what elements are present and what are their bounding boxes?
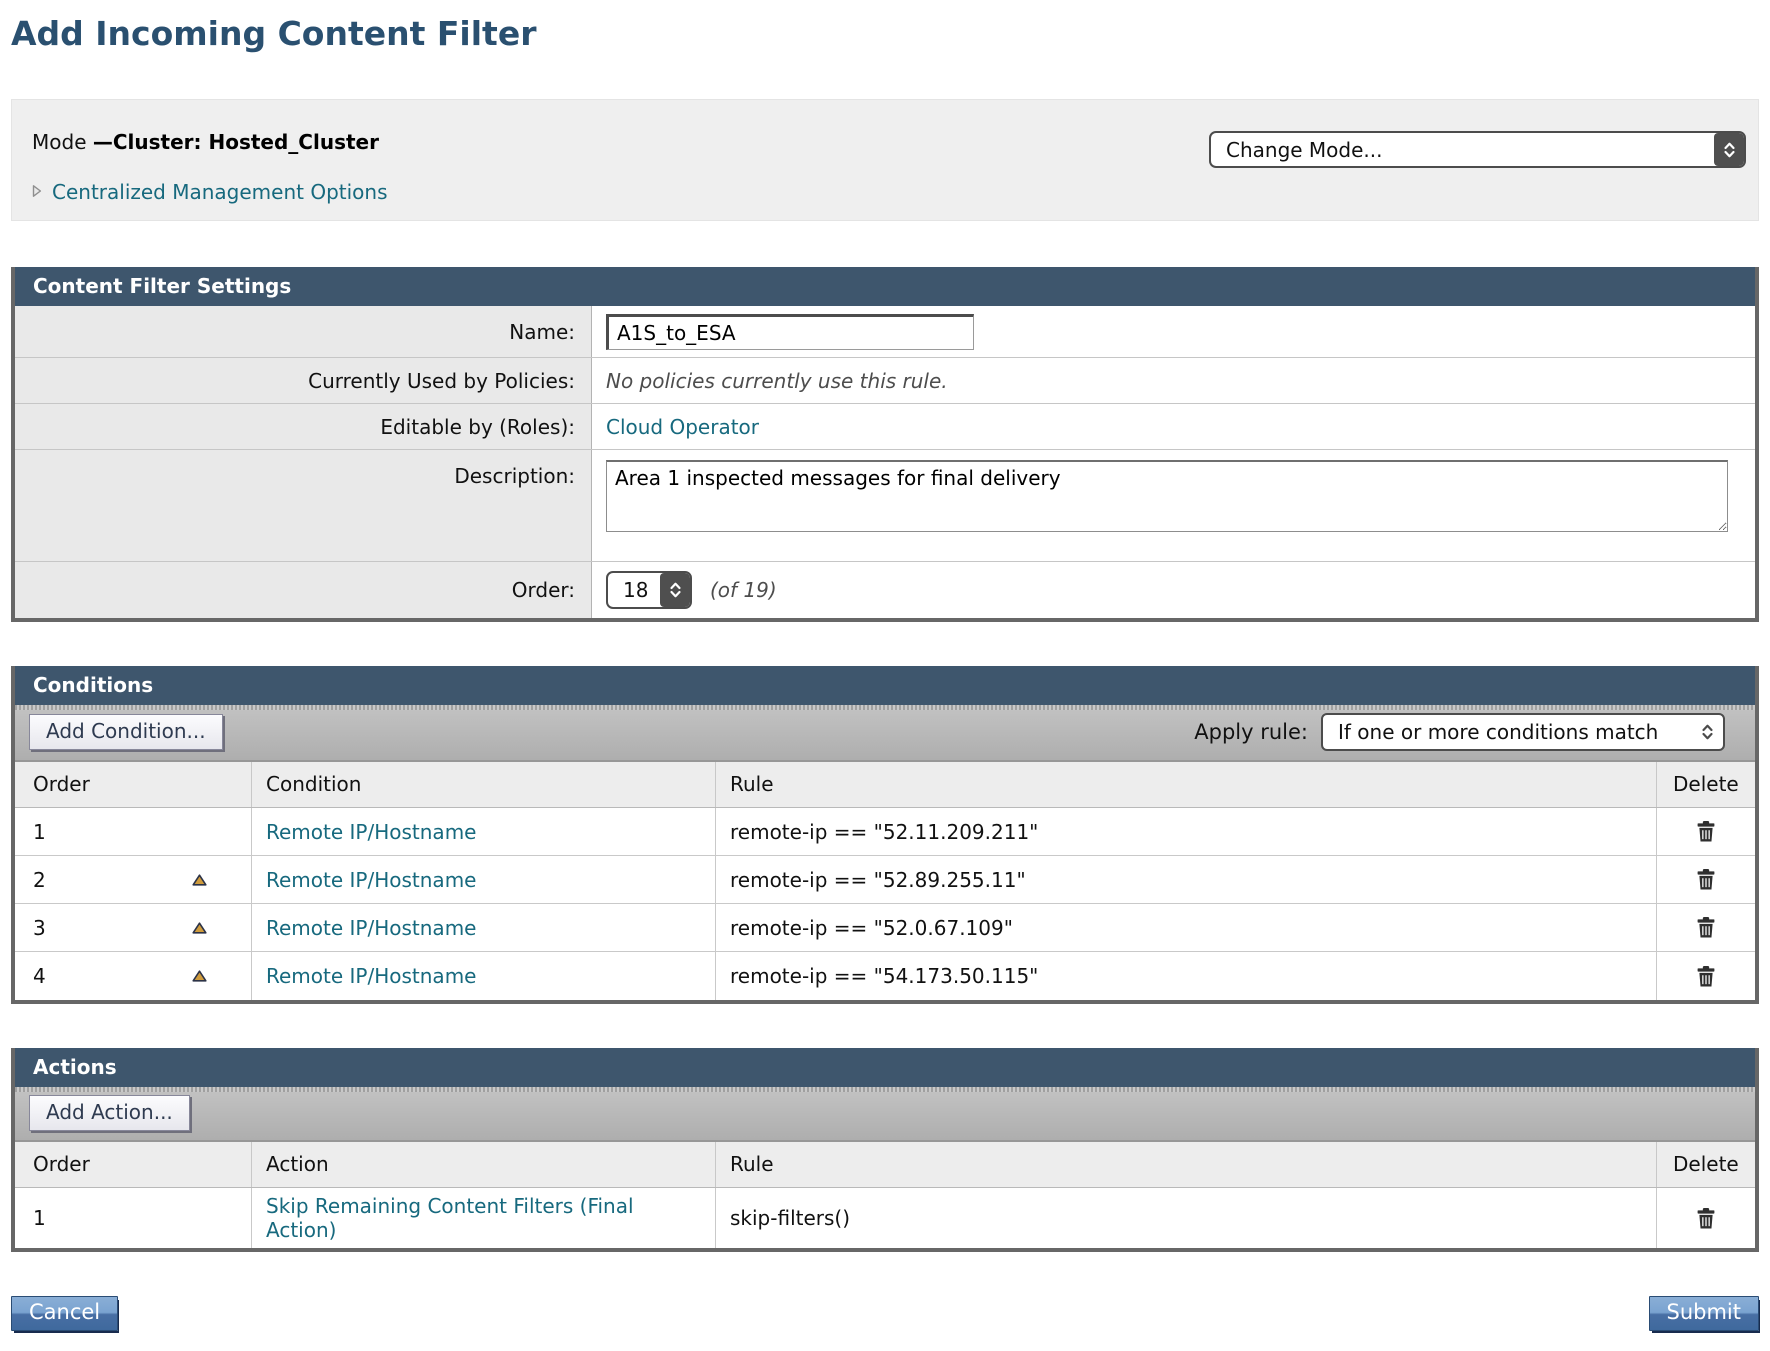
add-action-button[interactable]: Add Action...: [29, 1095, 190, 1131]
name-input[interactable]: [606, 314, 974, 350]
trash-icon[interactable]: [1697, 821, 1715, 842]
editable-roles-link[interactable]: Cloud Operator: [606, 415, 759, 439]
editable-label: Editable by (Roles):: [15, 404, 592, 449]
row-order-number: 1: [33, 820, 46, 844]
content-filter-settings-section: Content Filter Settings Name: Currently …: [11, 267, 1759, 622]
column-header-rule: Rule: [716, 1142, 1657, 1187]
mode-panel: Mode —Cluster: Hosted_Cluster Change Mod…: [11, 99, 1759, 221]
condition-link[interactable]: Remote IP/Hostname: [266, 820, 476, 844]
actions-section: Actions Add Action... Order Action Rule …: [11, 1048, 1759, 1252]
conditions-section: Conditions Add Condition... Apply rule: …: [11, 666, 1759, 1004]
conditions-table-body: 1 Remote IP/Hostname remote-ip == "52.11…: [15, 808, 1755, 1000]
mode-label: Mode: [32, 130, 93, 154]
row-rule: skip-filters(): [716, 1188, 1657, 1248]
trash-icon[interactable]: [1697, 1208, 1715, 1229]
chevron-updown-icon: [660, 573, 690, 607]
row-rule: remote-ip == "52.0.67.109": [716, 904, 1657, 951]
submit-button[interactable]: Submit: [1649, 1296, 1760, 1331]
policies-value: No policies currently use this rule.: [592, 358, 1755, 403]
actions-header: Actions: [15, 1048, 1755, 1087]
policies-label: Currently Used by Policies:: [15, 358, 592, 403]
order-label: Order:: [15, 562, 592, 618]
order-row: Order: 18 (of 19): [15, 562, 1755, 618]
condition-link[interactable]: Remote IP/Hostname: [266, 964, 476, 988]
footer-bar: Cancel Submit: [11, 1296, 1759, 1331]
column-header-condition: Condition: [252, 762, 716, 807]
condition-link[interactable]: Remote IP/Hostname: [266, 868, 476, 892]
description-row: Description: Area 1 inspected messages f…: [15, 450, 1755, 562]
move-up-icon[interactable]: [192, 922, 207, 934]
trash-icon[interactable]: [1697, 869, 1715, 890]
mode-value: —Cluster: Hosted_Cluster: [93, 130, 379, 154]
conditions-toolbar: Add Condition... Apply rule: If one or m…: [15, 705, 1755, 762]
row-order-number: 2: [33, 868, 46, 892]
condition-row: 1 Remote IP/Hostname remote-ip == "52.11…: [15, 808, 1755, 856]
condition-row: 4 Remote IP/Hostname remote-ip == "54.17…: [15, 952, 1755, 1000]
actions-toolbar: Add Action...: [15, 1087, 1755, 1142]
trash-icon[interactable]: [1697, 966, 1715, 987]
condition-row: 2 Remote IP/Hostname remote-ip == "52.89…: [15, 856, 1755, 904]
column-header-delete: Delete: [1657, 762, 1755, 807]
condition-link[interactable]: Remote IP/Hostname: [266, 916, 476, 940]
chevron-updown-icon: [1701, 724, 1714, 740]
editable-row: Editable by (Roles): Cloud Operator: [15, 404, 1755, 450]
centralized-management-row: Centralized Management Options: [32, 180, 1738, 204]
disclosure-triangle-icon[interactable]: [32, 183, 42, 202]
action-link[interactable]: Skip Remaining Content Filters (Final Ac…: [266, 1194, 701, 1242]
chevron-updown-icon: [1714, 133, 1744, 166]
page: Add Incoming Content Filter Mode —Cluste…: [11, 0, 1759, 1331]
trash-icon[interactable]: [1697, 917, 1715, 938]
policies-row: Currently Used by Policies: No policies …: [15, 358, 1755, 404]
description-textarea[interactable]: Area 1 inspected messages for final deli…: [606, 460, 1728, 532]
column-header-delete: Delete: [1657, 1142, 1755, 1187]
name-label: Name:: [15, 306, 592, 357]
column-header-rule: Rule: [716, 762, 1657, 807]
order-of-total: (of 19): [710, 578, 777, 602]
row-rule: remote-ip == "52.11.209.211": [716, 808, 1657, 855]
conditions-header: Conditions: [15, 666, 1755, 705]
change-mode-select[interactable]: Change Mode...: [1209, 131, 1746, 168]
name-row: Name:: [15, 306, 1755, 358]
move-up-icon[interactable]: [192, 970, 207, 982]
row-order-number: 1: [33, 1206, 46, 1230]
condition-row: 3 Remote IP/Hostname remote-ip == "52.0.…: [15, 904, 1755, 952]
cancel-button[interactable]: Cancel: [11, 1296, 118, 1331]
apply-rule-label: Apply rule:: [1194, 720, 1308, 744]
action-row: 1 Skip Remaining Content Filters (Final …: [15, 1188, 1755, 1248]
description-label: Description:: [15, 450, 592, 561]
actions-column-headers: Order Action Rule Delete: [15, 1142, 1755, 1188]
row-order-number: 4: [33, 964, 46, 988]
column-header-order: Order: [15, 1142, 252, 1187]
column-header-order: Order: [15, 762, 252, 807]
order-selected-value: 18: [608, 578, 660, 602]
change-mode-selected-value: Change Mode...: [1211, 138, 1714, 162]
column-header-action: Action: [252, 1142, 716, 1187]
actions-table-body: 1 Skip Remaining Content Filters (Final …: [15, 1188, 1755, 1248]
add-condition-button[interactable]: Add Condition...: [29, 714, 223, 750]
order-select[interactable]: 18: [606, 571, 692, 609]
move-up-icon[interactable]: [192, 874, 207, 886]
apply-rule-select[interactable]: If one or more conditions match: [1321, 713, 1725, 751]
centralized-management-options-link[interactable]: Centralized Management Options: [52, 180, 388, 204]
row-rule: remote-ip == "54.173.50.115": [716, 952, 1657, 1000]
content-filter-settings-header: Content Filter Settings: [15, 267, 1755, 306]
row-order-number: 3: [33, 916, 46, 940]
row-rule: remote-ip == "52.89.255.11": [716, 856, 1657, 903]
page-title: Add Incoming Content Filter: [11, 14, 1759, 53]
apply-rule-selected-value: If one or more conditions match: [1323, 720, 1701, 744]
conditions-column-headers: Order Condition Rule Delete: [15, 762, 1755, 808]
apply-rule-group: Apply rule: If one or more conditions ma…: [1194, 713, 1725, 751]
